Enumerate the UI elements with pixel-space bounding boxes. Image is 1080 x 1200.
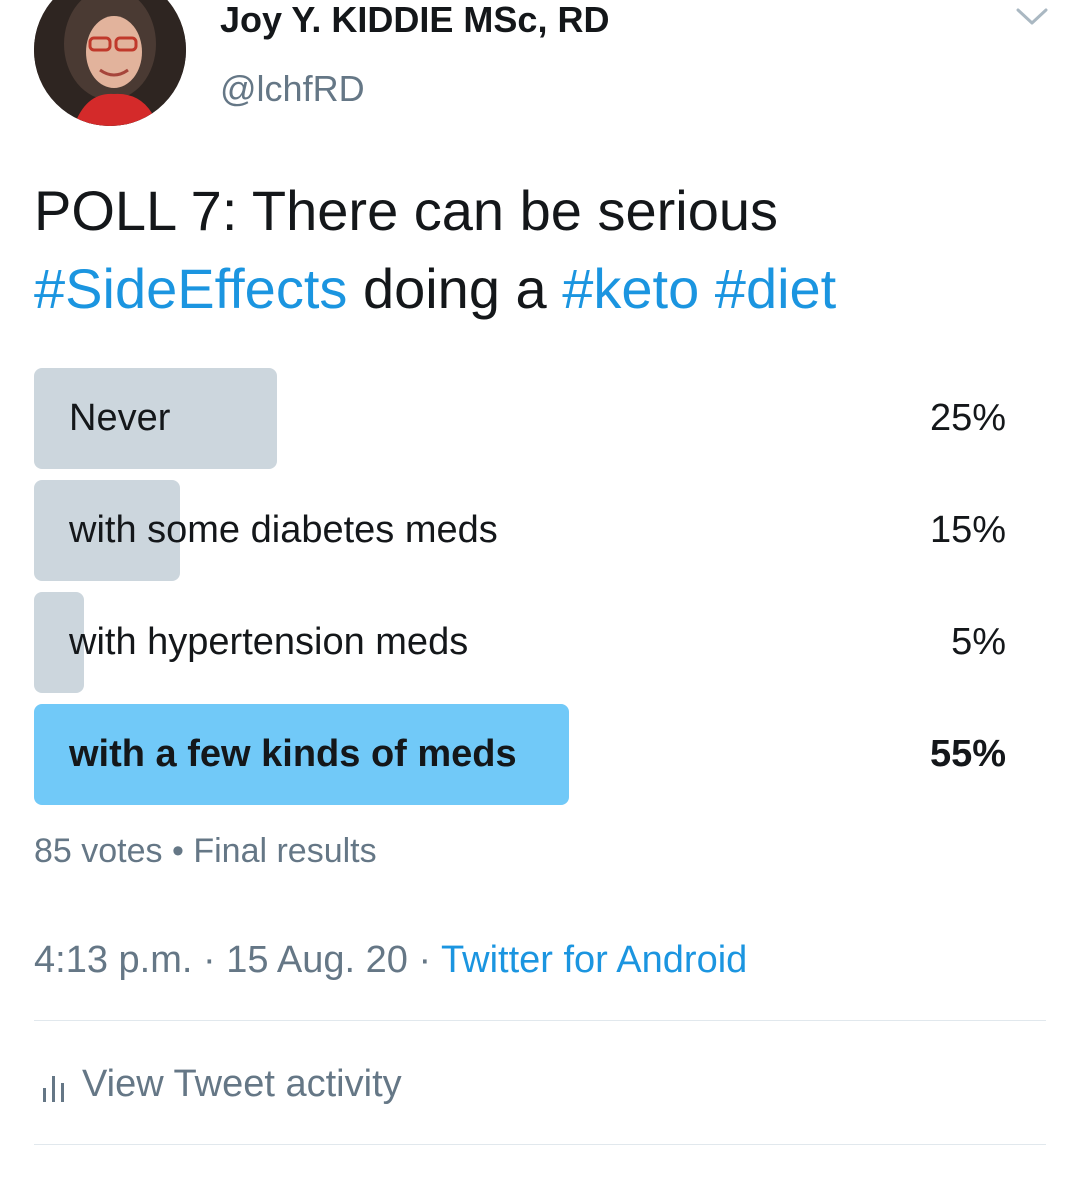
poll-option: with hypertension meds 5% — [34, 592, 1006, 693]
view-tweet-activity-button[interactable]: View Tweet activity — [42, 1058, 402, 1110]
hashtag-side-effects[interactable]: #SideEffects — [34, 257, 347, 320]
tweet-text-mid: doing a — [347, 257, 563, 320]
meta-separator: · — [202, 939, 216, 981]
poll-option-percent: 5% — [951, 621, 1006, 663]
poll-summary: 85 votes • Final results — [34, 828, 377, 874]
poll-vote-count: 85 votes — [34, 832, 163, 870]
tweet-time: 4:13 p.m. — [34, 939, 193, 981]
poll-option-percent: 15% — [929, 509, 1006, 551]
poll: Never 25% with some diabetes meds 15% wi… — [34, 368, 1006, 816]
tweet-text: POLL 7: There can be serious #SideEffect… — [34, 172, 1044, 328]
poll-option: Never 25% — [34, 368, 1006, 469]
chevron-down-icon[interactable] — [1012, 2, 1052, 30]
author-display-name[interactable]: Joy Y. KIDDIE MSc, RD — [220, 0, 609, 40]
hashtag-diet[interactable]: #diet — [715, 257, 836, 320]
avatar-photo — [34, 0, 186, 126]
meta-separator: · — [418, 939, 432, 981]
bar-chart-icon — [43, 1076, 64, 1102]
tweet-date: 15 Aug. 20 — [226, 939, 408, 981]
poll-option-label: with hypertension meds — [69, 621, 469, 663]
divider — [34, 1144, 1046, 1145]
author-avatar[interactable] — [34, 0, 186, 126]
divider — [34, 1020, 1046, 1021]
view-tweet-activity-label: View Tweet activity — [82, 1063, 402, 1105]
poll-status: Final results — [193, 832, 377, 870]
poll-option: with some diabetes meds 15% — [34, 480, 1006, 581]
poll-option-label: Never — [69, 397, 171, 439]
author-handle[interactable]: @lchfRD — [220, 67, 365, 111]
poll-separator: • — [171, 832, 184, 870]
hashtag-keto[interactable]: #keto — [562, 257, 699, 320]
poll-option-percent: 55% — [929, 733, 1006, 775]
poll-option-label: with a few kinds of meds — [69, 733, 517, 775]
poll-option: with a few kinds of meds 55% — [34, 704, 1006, 805]
poll-option-label: with some diabetes meds — [69, 509, 498, 551]
tweet-source-link[interactable]: Twitter for Android — [441, 939, 747, 981]
tweet-timestamp: 4:13 p.m. · 15 Aug. 20 · Twitter for And… — [34, 934, 747, 986]
poll-option-percent: 25% — [929, 397, 1006, 439]
tweet-text-line1: POLL 7: There can be serious — [34, 179, 778, 242]
